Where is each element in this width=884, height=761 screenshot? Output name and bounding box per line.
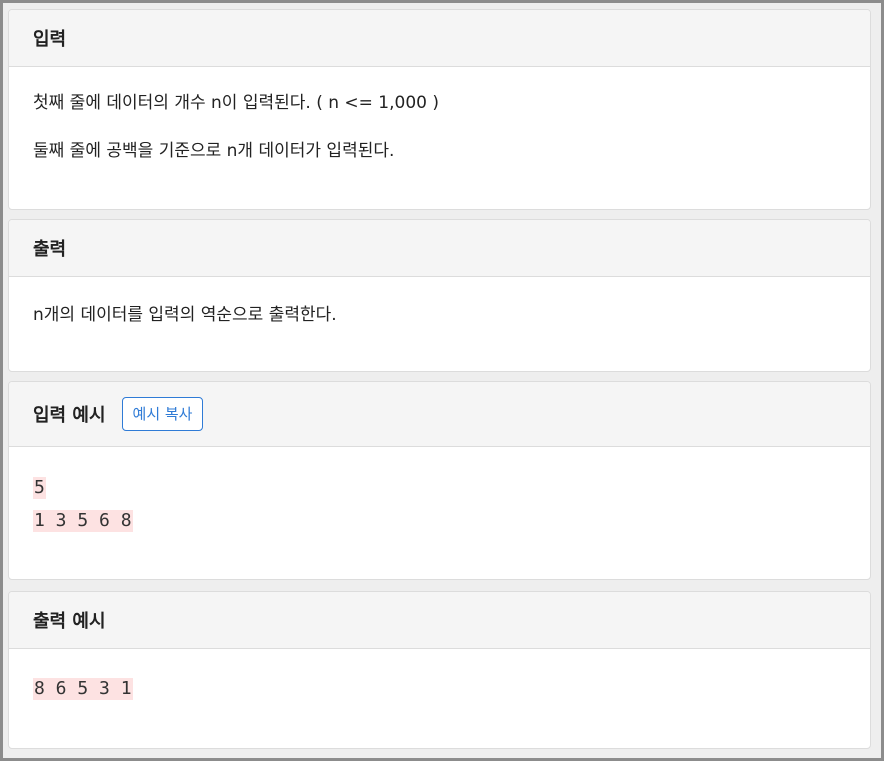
sample-input-text: 1 3 5 6 8 xyxy=(33,510,133,532)
input-title: 입력 xyxy=(33,29,67,50)
input-description-line-2: 둘째 줄에 공백을 기준으로 n개 데이터가 입력된다. xyxy=(33,141,395,161)
input-description-line-1: 첫째 줄에 데이터의 개수 n이 입력된다. ( n <= 1,000 ) xyxy=(33,93,440,113)
sample-output-text: 8 6 5 3 1 xyxy=(33,678,133,700)
sample-output-card-header: 출력 예시 xyxy=(9,592,870,649)
sample-input-line: 1 3 5 6 8 xyxy=(33,510,846,532)
output-card: 출력 n개의 데이터를 입력의 역순으로 출력한다. xyxy=(8,219,871,372)
output-title: 출력 xyxy=(33,239,67,260)
sample-input-card: 입력 예시 예시 복사 5 1 3 5 6 8 xyxy=(8,381,871,580)
input-card-header: 입력 xyxy=(9,10,870,67)
sample-output-line: 8 6 5 3 1 xyxy=(33,678,846,700)
sample-input-card-body: 5 1 3 5 6 8 xyxy=(9,447,870,532)
sample-output-card: 출력 예시 8 6 5 3 1 xyxy=(8,591,871,749)
sample-output-card-body: 8 6 5 3 1 xyxy=(9,649,870,700)
output-card-header: 출력 xyxy=(9,220,870,277)
output-card-body: n개의 데이터를 입력의 역순으로 출력한다. xyxy=(9,303,870,327)
sample-input-card-header: 입력 예시 예시 복사 xyxy=(9,382,870,447)
problem-frame: 입력 첫째 줄에 데이터의 개수 n이 입력된다. ( n <= 1,000 )… xyxy=(0,0,884,761)
output-description-line: n개의 데이터를 입력의 역순으로 출력한다. xyxy=(33,305,337,325)
sample-input-title: 입력 예시 xyxy=(33,405,106,426)
copy-sample-button[interactable]: 예시 복사 xyxy=(121,397,204,431)
sample-output-title: 출력 예시 xyxy=(33,611,106,632)
sample-input-text: 5 xyxy=(33,477,46,499)
input-card-body: 첫째 줄에 데이터의 개수 n이 입력된다. ( n <= 1,000 ) 둘째… xyxy=(9,91,870,163)
sample-input-line: 5 xyxy=(33,477,846,499)
input-card: 입력 첫째 줄에 데이터의 개수 n이 입력된다. ( n <= 1,000 )… xyxy=(8,9,871,210)
